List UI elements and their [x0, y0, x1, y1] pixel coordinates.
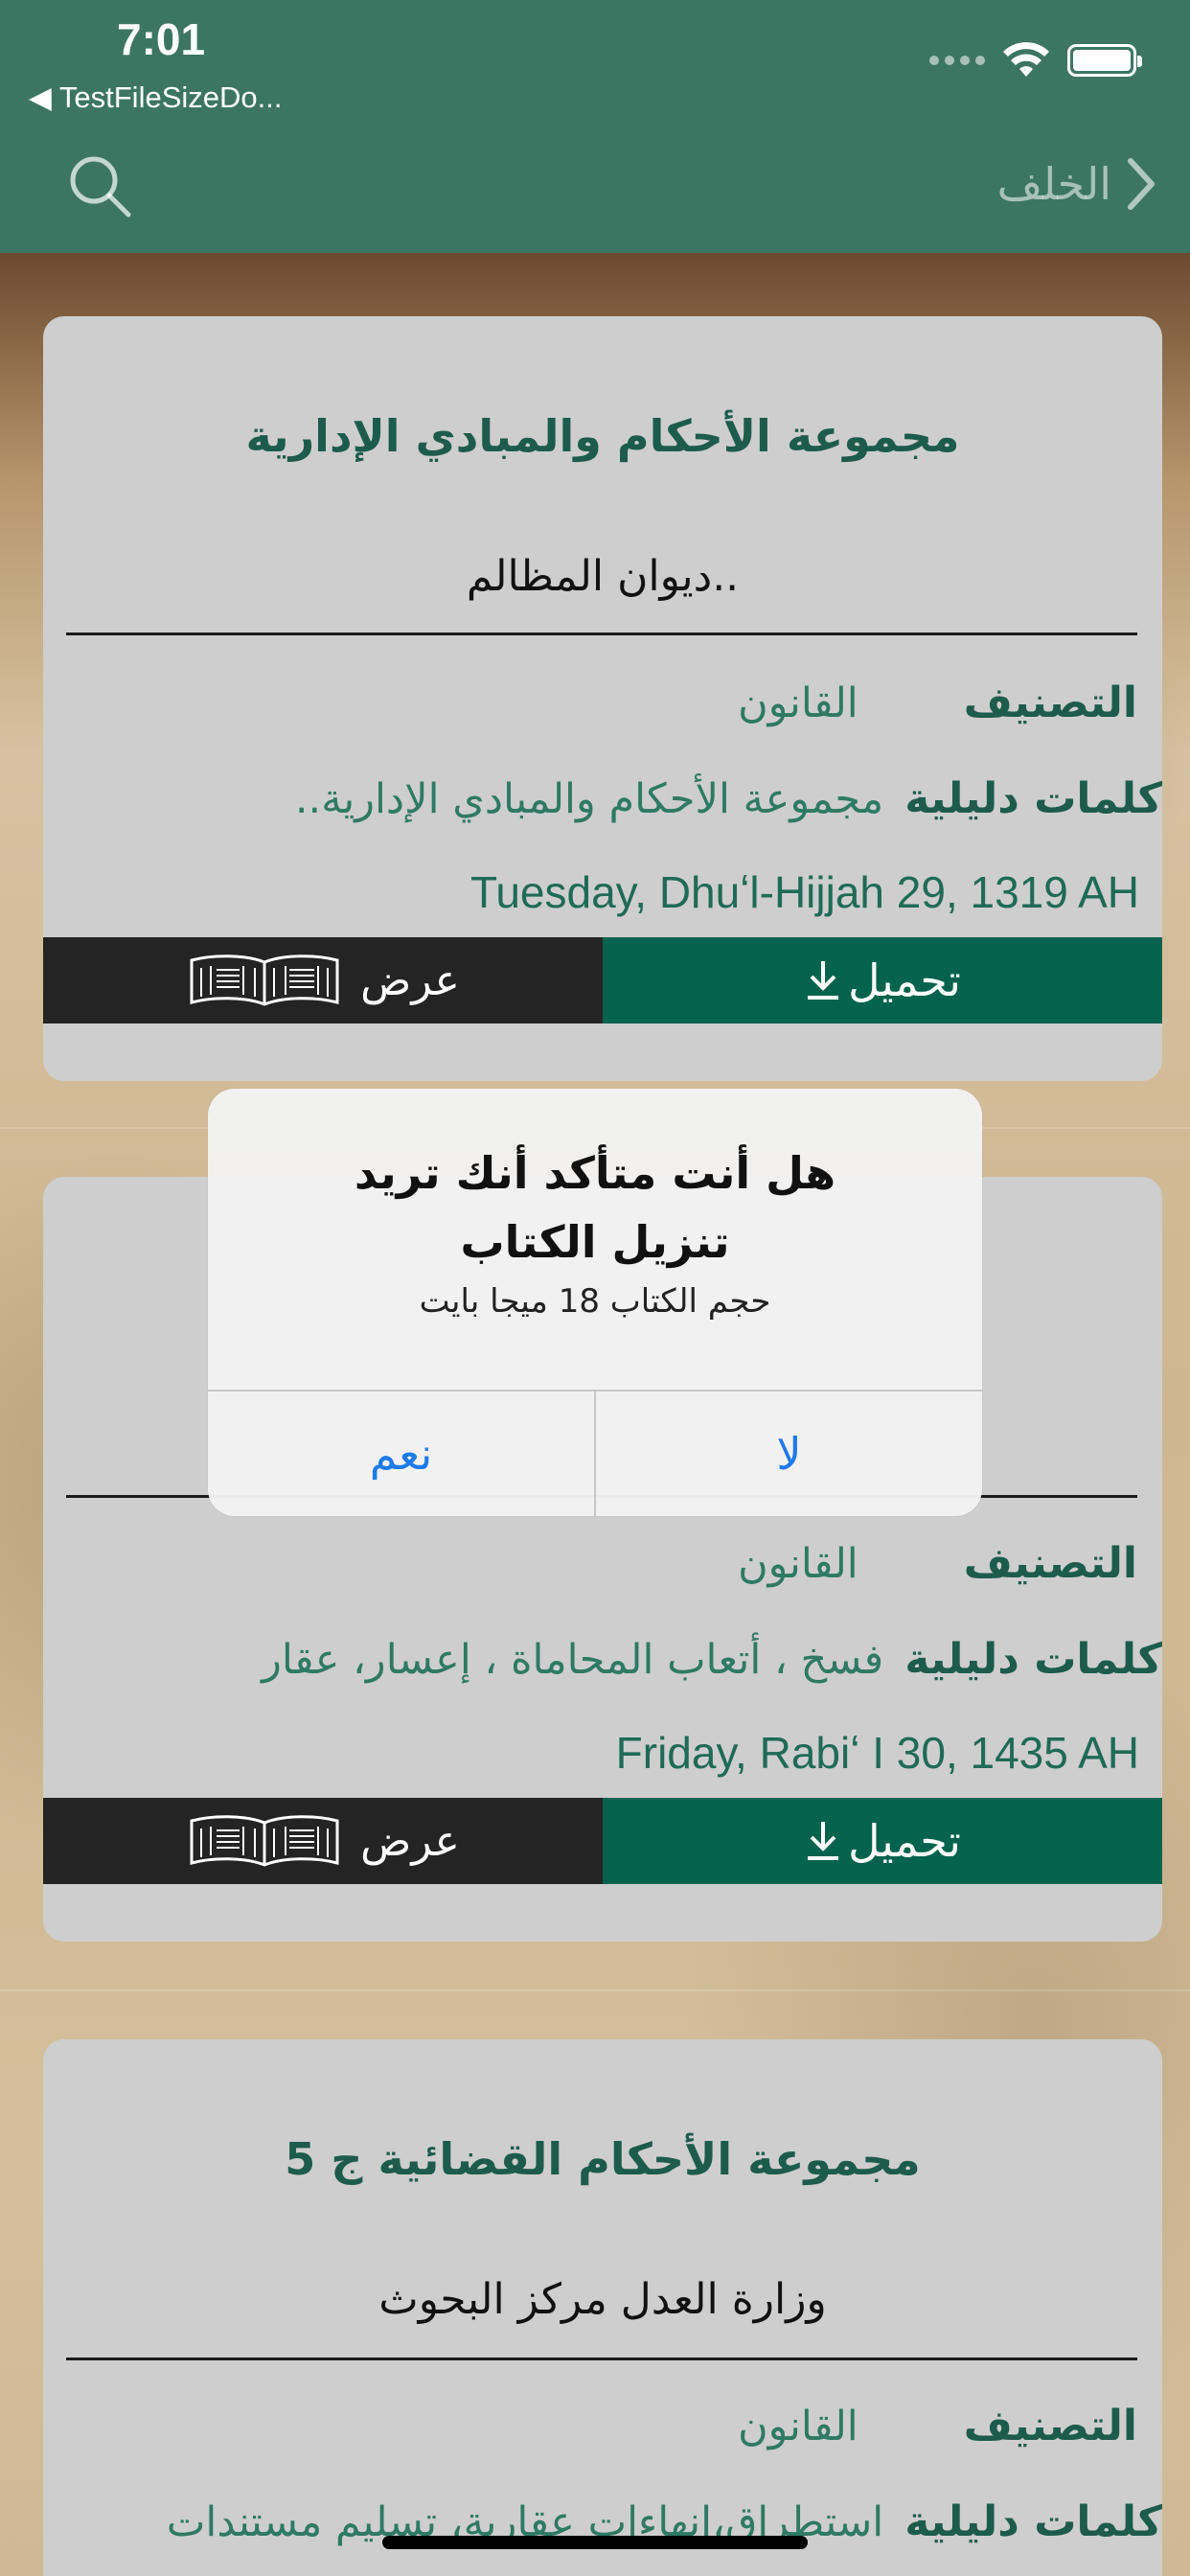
book-author: وزارة العدل مركز البحوث: [378, 2275, 827, 2324]
category-label: التصنيف: [963, 1539, 1137, 1588]
status-icons: [929, 42, 1142, 79]
download-confirm-dialog: هل أنت متأكد أنك تريد تنزيل الكتاب حجم ا…: [208, 1089, 982, 1516]
category-row: التصنيف القانون: [738, 678, 1137, 727]
download-icon: [808, 1822, 839, 1860]
category-label: التصنيف: [963, 2402, 1137, 2450]
navigation-bar: 7:01 ◀ TestFileSizeDo... الخلف: [0, 0, 1190, 253]
status-time: 7:01: [117, 14, 206, 64]
download-icon: [808, 961, 839, 1000]
view-button-label: عرض: [360, 955, 460, 1005]
home-indicator[interactable]: [382, 2536, 808, 2549]
book-author: ديوان المظالم..: [466, 552, 740, 601]
dialog-title: هل أنت متأكد أنك تريد تنزيل الكتاب: [208, 1138, 982, 1276]
download-button[interactable]: تحميل: [603, 937, 1162, 1024]
category-row: التصنيف القانون: [738, 2402, 1137, 2450]
category-label: التصنيف: [963, 678, 1137, 727]
book-title: مجموعة الأحكام والمبادي الإدارية: [245, 410, 960, 462]
download-button[interactable]: تحميل: [603, 1798, 1162, 1884]
category-value: القانون: [738, 679, 858, 727]
divider: [0, 1990, 1190, 1991]
back-button-label: الخلف: [996, 158, 1111, 210]
keywords-value: فسخ ، أتعاب المحاماة ، إعسار، عقار: [262, 1636, 884, 1684]
view-button-label: عرض: [360, 1816, 460, 1866]
back-to-app-link[interactable]: ◀ TestFileSizeDo...: [29, 80, 282, 115]
download-button-label: تحميل: [848, 1815, 961, 1867]
divider: [66, 632, 1137, 635]
dialog-title-line2: تنزيل الكتاب: [460, 1216, 730, 1268]
no-button[interactable]: لا: [596, 1392, 982, 1516]
view-button[interactable]: عرض: [43, 937, 603, 1024]
keywords-value: مجموعة الأحكام والمبادي الإدارية..: [294, 775, 884, 823]
divider: [66, 2358, 1137, 2360]
search-icon: [70, 156, 131, 218]
book-card: مجموعة الأحكام القضائية ج 5 وزارة العدل …: [43, 2039, 1162, 2576]
signal-icon: [929, 56, 985, 65]
back-button[interactable]: الخلف: [997, 155, 1157, 213]
wifi-icon: [1003, 42, 1049, 77]
chevron-right-icon: [1128, 158, 1155, 210]
view-button[interactable]: عرض: [43, 1798, 603, 1884]
keywords-label: كلمات دليلية: [904, 1635, 1162, 1684]
open-book-icon: [190, 1815, 339, 1867]
category-value: القانون: [738, 2403, 858, 2450]
keywords-row: كلمات دليلية فسخ ، أتعاب المحاماة ، إعسا…: [262, 1635, 1162, 1684]
card-actions: عرض تحميل: [43, 1798, 1162, 1884]
search-button[interactable]: [67, 153, 134, 220]
battery-icon: [1067, 44, 1142, 77]
book-card: مجموعة الأحكام والمبادي الإدارية ديوان ا…: [43, 316, 1162, 1081]
category-value: القانون: [738, 1540, 858, 1588]
book-date: Friday, Rabiʻ I 30, 1435 AH: [615, 1728, 1139, 1778]
yes-button[interactable]: نعم: [208, 1392, 594, 1516]
book-date: Tuesday, Dhuʻl-Hijjah 29, 1319 AH: [469, 867, 1139, 917]
open-book-icon: [190, 954, 339, 1006]
download-button-label: تحميل: [848, 954, 961, 1006]
keywords-label: كلمات دليلية: [904, 2497, 1162, 2546]
category-row: التصنيف القانون: [738, 1539, 1137, 1588]
dialog-title-line1: هل أنت متأكد أنك تريد: [354, 1147, 836, 1199]
keywords-label: كلمات دليلية: [904, 774, 1162, 823]
dialog-message: حجم الكتاب 18 ميجا بايت: [419, 1282, 771, 1321]
keywords-row: كلمات دليلية مجموعة الأحكام والمبادي الإ…: [295, 774, 1162, 823]
card-actions: عرض تحميل: [43, 937, 1162, 1024]
book-title: مجموعة الأحكام القضائية ج 5: [285, 2133, 921, 2185]
